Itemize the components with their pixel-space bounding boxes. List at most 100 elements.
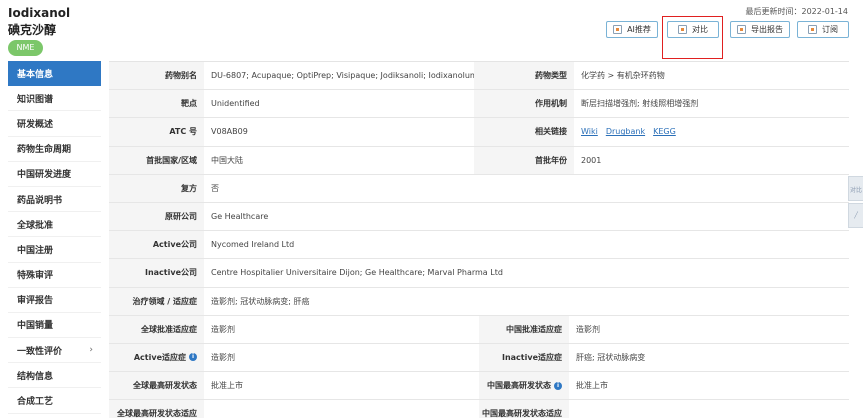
sidebar-item-consistency-eval[interactable]: 一致性评价 › — [8, 338, 101, 364]
china-status-value: 批准上市 — [576, 381, 608, 391]
mechanism-label: 作用机制 — [474, 90, 574, 118]
table-row: 全球批准适应症 造影剂 中国批准适应症 造影剂 — [109, 315, 849, 344]
subscribe-icon — [808, 25, 817, 34]
inactive-company-value: Centre Hospitalier Universitaire Dijon; … — [211, 268, 503, 278]
sidebar-item-label: 中国销量 — [17, 321, 54, 332]
sidebar-item-special-review[interactable]: 特殊审评 — [8, 263, 101, 288]
alias-value: DU-6807; Acupaque; OptiPrep; Visipaque; … — [211, 71, 474, 81]
compare-highlight-box — [662, 16, 723, 59]
table-row: 靶点 Unidentified 作用机制 断层扫描增强剂; 射线照相增强剂 — [109, 90, 849, 119]
table-row: ATC 号 V08AB09 相关链接 Wiki Drugbank KEGG — [109, 118, 849, 147]
table-row: 首批国家/区域 中国大陆 首批年份 2001 — [109, 146, 849, 175]
subscribe-label: 订阅 — [822, 25, 838, 34]
first-year-label: 首批年份 — [474, 146, 574, 174]
nme-badge: NME — [8, 40, 43, 56]
chevron-right-icon: › — [89, 345, 93, 356]
sidebar-item-synthesis[interactable]: 合成工艺 — [8, 388, 101, 414]
ai-recommend-button[interactable]: AI推荐 — [606, 21, 658, 38]
sidebar-item-label: 药品说明书 — [17, 195, 63, 206]
sidebar-item-review-report[interactable]: 审评报告 — [8, 288, 101, 313]
therapy-label: 治疗领域 / 适应症 — [109, 287, 204, 315]
china-status-indication-label: 中国最高研发状态适应 — [479, 400, 569, 418]
originator-label: 原研公司 — [109, 202, 204, 231]
sidebar-item-china-registration[interactable]: 中国注册 — [8, 237, 101, 263]
table-row: 全球最高研发状态 批准上市 中国最高研发状态 i 批准上市 — [109, 372, 849, 401]
sidebar-item-label: 全球批准 — [17, 220, 54, 231]
info-icon[interactable]: i — [189, 353, 197, 362]
last-updated-text: 最后更新时间：2022-01-14 — [745, 7, 849, 16]
sidebar-item-structure[interactable]: 结构信息 — [8, 363, 101, 389]
sidebar-item-lifecycle[interactable]: 药物生命周期 — [8, 137, 101, 162]
therapy-value: 造影剂; 冠状动脉病变; 肝癌 — [211, 296, 310, 306]
table-row: Active适应症 i 造影剂 Inactive适应症 肝癌; 冠状动脉病变 — [109, 343, 849, 373]
sidebar-item-rd-overview[interactable]: 研发概述 — [8, 111, 101, 137]
inactive-indication-value: 肝癌; 冠状动脉病变 — [576, 352, 646, 362]
export-report-button[interactable]: 导出报告 — [730, 21, 790, 38]
sidebar-item-global-approval[interactable]: 全球批准 — [8, 212, 101, 238]
active-indication-label-text: Active适应症 — [133, 352, 186, 362]
active-indication-label: Active适应症 i — [109, 343, 204, 372]
active-company-value: Nycomed Ireland Ltd — [211, 240, 295, 250]
drug-detail-page: Iodixanol 碘克沙醇 NME 最后更新时间：2022-01-14 AI推… — [0, 0, 863, 418]
global-indication-value: 造影剂 — [211, 324, 235, 334]
inactive-company-label: Inactive公司 — [109, 259, 204, 287]
float-compare-label: 对比 — [849, 187, 862, 194]
table-row: 原研公司 Ge Healthcare — [109, 202, 849, 232]
links-label: 相关链接 — [474, 118, 574, 146]
active-company-label: Active公司 — [109, 231, 204, 259]
china-indication-label: 中国批准适应症 — [479, 315, 569, 343]
china-status-label-text: 中国最高研发状态 — [487, 381, 551, 391]
sidebar-item-basic-info[interactable]: 基本信息 — [8, 61, 101, 87]
china-status-label: 中国最高研发状态 i — [479, 372, 569, 400]
table-row: 治疗领域 / 适应症 造影剂; 冠状动脉病变; 肝癌 — [109, 287, 849, 316]
compound-label: 复方 — [109, 174, 204, 202]
export-report-label: 导出报告 — [751, 25, 783, 34]
sidebar-item-label: 结构信息 — [17, 371, 54, 382]
sidebar-item-knowledge-graph[interactable]: 知识图谱 — [8, 86, 101, 112]
sidebar-item-label: 中国研发进度 — [17, 170, 72, 181]
china-indication-value: 造影剂 — [576, 324, 600, 334]
float-compare-tab[interactable]: 对比 — [848, 176, 863, 201]
drug-title-en: Iodixanol — [8, 6, 71, 20]
table-row: 复方 否 — [109, 174, 849, 203]
sidebar-item-china-sales[interactable]: 中国销量 — [8, 313, 101, 339]
type-value: 化学药 > 有机杂环药物 — [581, 71, 665, 81]
atc-label: ATC 号 — [109, 118, 204, 146]
table-row: Inactive公司 Centre Hospitalier Universita… — [109, 259, 849, 288]
sidebar-nav: 基本信息 知识图谱 研发概述 药物生命周期 中国研发进度 药品说明书 全球批准 … — [8, 61, 101, 414]
mechanism-value: 断层扫描增强剂; 射线照相增强剂 — [581, 99, 699, 109]
table-row: Active公司 Nycomed Ireland Ltd — [109, 231, 849, 260]
kegg-link[interactable]: KEGG — [653, 127, 676, 136]
float-scroll-top-tab[interactable]: ╱ — [848, 203, 863, 228]
target-value: Unidentified — [211, 99, 260, 109]
table-row: 全球最高研发状态适应 中国最高研发状态适应 — [109, 400, 849, 418]
sidebar-item-label: 知识图谱 — [17, 94, 54, 105]
first-year-value: 2001 — [581, 155, 602, 165]
type-label: 药物类型 — [474, 62, 574, 90]
info-icon[interactable]: i — [554, 381, 562, 390]
table-row: 药物别名 DU-6807; Acupaque; OptiPrep; Visipa… — [109, 62, 849, 91]
sidebar-item-china-progress[interactable]: 中国研发进度 — [8, 162, 101, 187]
subscribe-button[interactable]: 订阅 — [797, 21, 849, 38]
sidebar-item-label: 药物生命周期 — [17, 145, 72, 156]
inactive-indication-label: Inactive适应症 — [479, 343, 569, 372]
sidebar-item-label: 中国注册 — [17, 245, 54, 256]
export-icon — [737, 25, 746, 34]
global-status-indication-label: 全球最高研发状态适应 — [109, 400, 204, 418]
first-country-value: 中国大陆 — [211, 155, 243, 165]
active-indication-value: 造影剂 — [211, 352, 235, 362]
arrow-up-icon: ╱ — [854, 212, 858, 219]
wiki-link[interactable]: Wiki — [581, 127, 598, 136]
sidebar-item-label: 一致性评价 — [17, 346, 63, 357]
global-status-value: 批准上市 — [211, 381, 243, 391]
sidebar-item-label-insert[interactable]: 药品说明书 — [8, 187, 101, 213]
sidebar-item-label: 研发概述 — [17, 119, 54, 130]
china-status-indication-value — [569, 400, 849, 418]
ai-recommend-label: AI推荐 — [627, 25, 651, 34]
sidebar-item-label: 合成工艺 — [17, 397, 54, 408]
compound-value: 否 — [211, 183, 219, 193]
alias-label: 药物别名 — [109, 62, 204, 90]
target-label: 靶点 — [109, 90, 204, 118]
drugbank-link[interactable]: Drugbank — [606, 127, 645, 136]
sidebar-item-label: 特殊审评 — [17, 271, 54, 282]
